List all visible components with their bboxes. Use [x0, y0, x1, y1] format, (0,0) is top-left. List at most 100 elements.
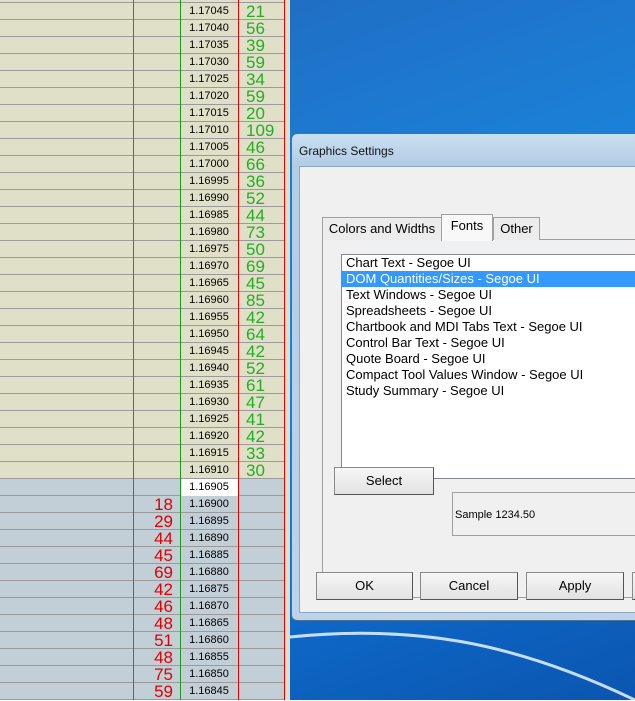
ask-size[interactable]: 50 — [238, 241, 284, 258]
bid-size[interactable] — [133, 37, 180, 54]
ask-size[interactable] — [238, 530, 284, 547]
font-list-item[interactable]: Chartbook and MDI Tabs Text - Segoe UI — [342, 319, 635, 335]
bid-size[interactable]: 51 — [133, 632, 180, 649]
ask-size[interactable] — [238, 513, 284, 530]
price-cell[interactable]: 1.16955 — [180, 309, 238, 326]
bid-size[interactable] — [133, 156, 180, 173]
bid-size[interactable]: 46 — [133, 598, 180, 615]
font-list-item[interactable]: Control Bar Text - Segoe UI — [342, 335, 635, 351]
ask-size[interactable] — [238, 564, 284, 581]
price-cell[interactable]: 1.16905 — [180, 479, 238, 496]
bid-size[interactable] — [133, 326, 180, 343]
price-cell[interactable]: 1.16950 — [180, 326, 238, 343]
ask-size[interactable]: 42 — [238, 428, 284, 445]
dom-row[interactable]: 48 1.16865 — [0, 615, 284, 632]
ask-size[interactable]: 39 — [238, 37, 284, 54]
ask-size[interactable]: 52 — [238, 360, 284, 377]
ask-size[interactable] — [238, 683, 284, 700]
bid-size[interactable] — [133, 139, 180, 156]
price-cell[interactable]: 1.16935 — [180, 377, 238, 394]
price-cell[interactable]: 1.16995 — [180, 173, 238, 190]
price-cell[interactable]: 1.16960 — [180, 292, 238, 309]
ask-size[interactable] — [238, 547, 284, 564]
bid-size[interactable] — [133, 88, 180, 105]
ask-size[interactable] — [238, 496, 284, 513]
tab-other[interactable]: Other — [493, 217, 540, 240]
dom-row[interactable]: 1.16975 50 — [0, 241, 284, 258]
bid-size[interactable] — [133, 190, 180, 207]
price-cell[interactable]: 1.16895 — [180, 513, 238, 530]
font-list-item[interactable]: Spreadsheets - Segoe UI — [342, 303, 635, 319]
ask-size[interactable]: 45 — [238, 275, 284, 292]
price-cell[interactable]: 1.17030 — [180, 54, 238, 71]
price-cell[interactable]: 1.16850 — [180, 666, 238, 683]
ask-size[interactable] — [238, 649, 284, 666]
bid-size[interactable] — [133, 71, 180, 88]
ask-size[interactable]: 30 — [238, 462, 284, 479]
dom-row[interactable]: 1.16925 41 — [0, 411, 284, 428]
dom-row[interactable]: 45 1.16885 — [0, 547, 284, 564]
dom-row[interactable]: 69 1.16880 — [0, 564, 284, 581]
price-cell[interactable]: 1.17015 — [180, 105, 238, 122]
font-list-item[interactable]: DOM Quantities/Sizes - Segoe UI — [342, 271, 635, 287]
font-list-item[interactable]: Compact Tool Values Window - Segoe UI — [342, 367, 635, 383]
dom-row[interactable]: 1.16905 — [0, 479, 284, 496]
dom-row[interactable]: 1.16920 42 — [0, 428, 284, 445]
dom-row[interactable]: 1.16980 73 — [0, 224, 284, 241]
ask-size[interactable] — [238, 615, 284, 632]
dom-row[interactable]: 1.16935 61 — [0, 377, 284, 394]
ask-size[interactable]: 59 — [238, 54, 284, 71]
bid-size[interactable]: 18 — [133, 496, 180, 513]
font-list-item[interactable]: Text Windows - Segoe UI — [342, 287, 635, 303]
ask-size[interactable]: 20 — [238, 105, 284, 122]
bid-size[interactable] — [133, 207, 180, 224]
dom-row[interactable]: 1.17015 20 — [0, 105, 284, 122]
dom-row[interactable]: 1.17005 46 — [0, 139, 284, 156]
ask-size[interactable]: 47 — [238, 394, 284, 411]
price-cell[interactable]: 1.16925 — [180, 411, 238, 428]
ask-size[interactable]: 56 — [238, 20, 284, 37]
bid-size[interactable] — [133, 462, 180, 479]
font-list-item[interactable]: Chart Text - Segoe UI — [342, 255, 635, 271]
price-cell[interactable]: 1.16975 — [180, 241, 238, 258]
price-cell[interactable]: 1.16875 — [180, 581, 238, 598]
dom-row[interactable]: 48 1.16855 — [0, 649, 284, 666]
dom-row[interactable]: 44 1.16890 — [0, 530, 284, 547]
price-cell[interactable]: 1.17000 — [180, 156, 238, 173]
bid-size[interactable] — [133, 309, 180, 326]
ask-size[interactable] — [238, 581, 284, 598]
bid-size[interactable]: 69 — [133, 564, 180, 581]
dom-row[interactable]: 1.17030 59 — [0, 54, 284, 71]
ask-size[interactable]: 46 — [238, 139, 284, 156]
tab-colors-and-widths[interactable]: Colors and Widths — [322, 217, 442, 240]
font-list-item[interactable]: Study Summary - Segoe UI — [342, 383, 635, 399]
price-cell[interactable]: 1.16885 — [180, 547, 238, 564]
bid-size[interactable]: 48 — [133, 649, 180, 666]
bid-size[interactable] — [133, 411, 180, 428]
bid-size[interactable] — [133, 275, 180, 292]
dom-row[interactable]: 1.16955 42 — [0, 309, 284, 326]
price-cell[interactable]: 1.16890 — [180, 530, 238, 547]
dom-row[interactable]: 1.16985 44 — [0, 207, 284, 224]
price-cell[interactable]: 1.16900 — [180, 496, 238, 513]
price-cell[interactable]: 1.16990 — [180, 190, 238, 207]
ask-size[interactable]: 42 — [238, 343, 284, 360]
dom-row[interactable]: 29 1.16895 — [0, 513, 284, 530]
price-cell[interactable]: 1.17025 — [180, 71, 238, 88]
dom-row[interactable]: 18 1.16900 — [0, 496, 284, 513]
bid-size[interactable] — [133, 105, 180, 122]
dom-row[interactable]: 59 1.16845 — [0, 683, 284, 700]
dom-row[interactable]: 1.16930 47 — [0, 394, 284, 411]
dom-row[interactable]: 1.16940 52 — [0, 360, 284, 377]
ask-size[interactable]: 66 — [238, 156, 284, 173]
dom-row[interactable]: 1.17035 39 — [0, 37, 284, 54]
dom-row[interactable]: 1.16915 33 — [0, 445, 284, 462]
ask-size[interactable]: 73 — [238, 224, 284, 241]
ask-size[interactable]: 52 — [238, 190, 284, 207]
price-cell[interactable]: 1.16980 — [180, 224, 238, 241]
price-cell[interactable]: 1.16940 — [180, 360, 238, 377]
dom-row[interactable]: 75 1.16850 — [0, 666, 284, 683]
bid-size[interactable] — [133, 258, 180, 275]
dom-row[interactable]: 1.16910 30 — [0, 462, 284, 479]
ask-size[interactable] — [238, 479, 284, 496]
